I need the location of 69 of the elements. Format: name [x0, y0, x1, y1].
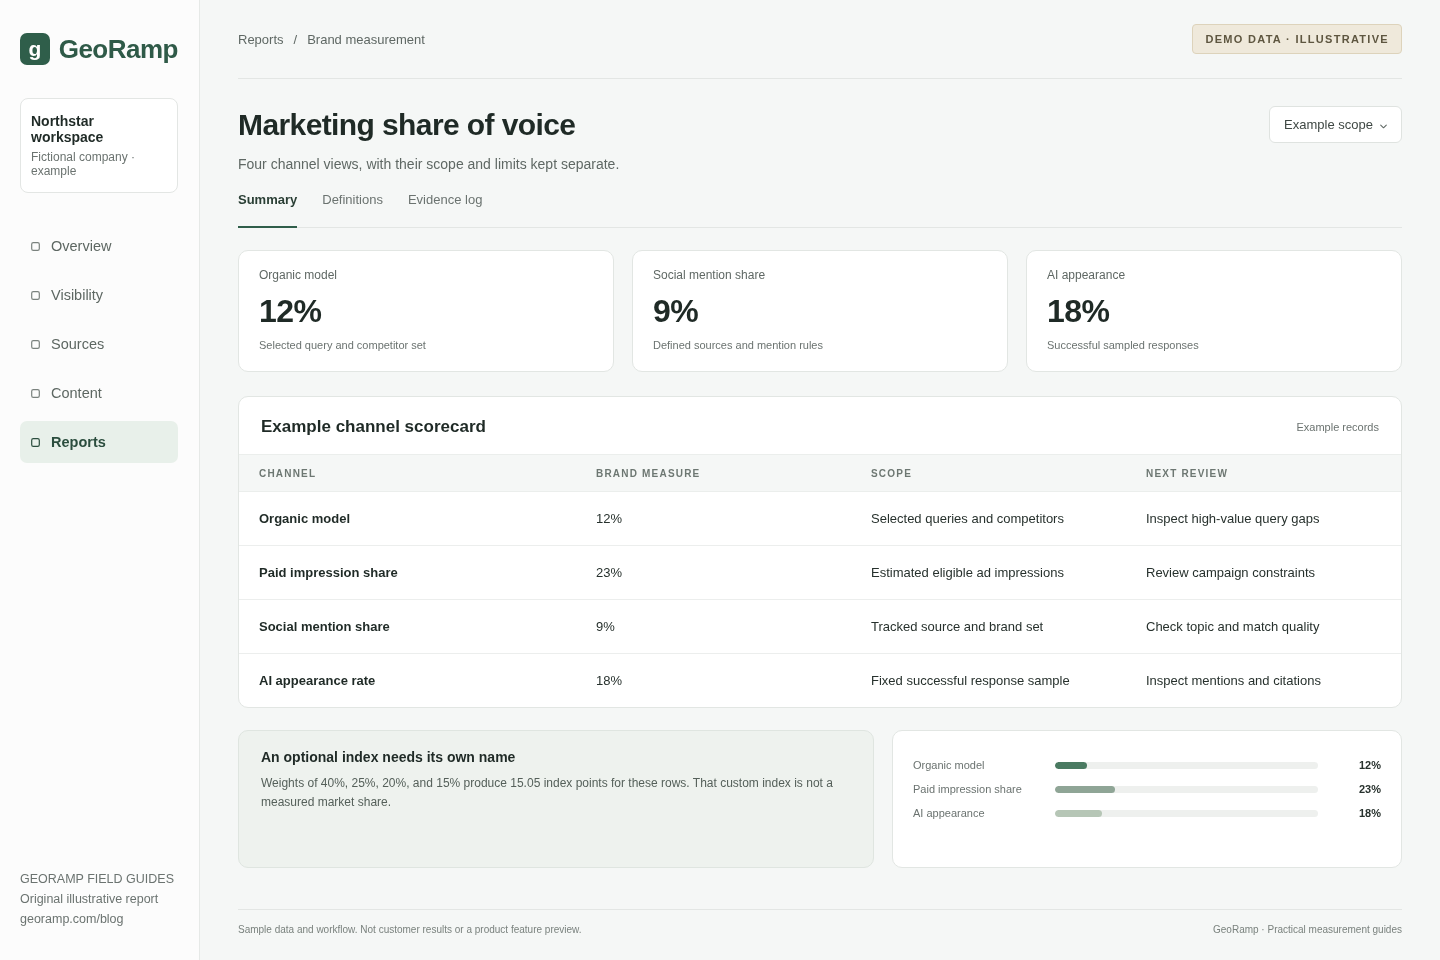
kpi-value: 18% — [1047, 292, 1111, 330]
bar-label: Organic model — [913, 759, 986, 771]
workspace-name: Northstar workspace — [31, 113, 105, 145]
guides-heading: GEORAMP FIELD GUIDES — [20, 871, 175, 888]
column-header: SCOPE — [871, 467, 913, 479]
kpi-label: Social mention share — [653, 267, 767, 283]
chevron-down-icon — [1380, 124, 1387, 129]
column-header: NEXT REVIEW — [1146, 467, 1230, 479]
table-cell-text: Fixed successful response sample — [871, 673, 1071, 688]
demo-data-badge: DEMO DATA · ILLUSTRATIVE — [1192, 24, 1402, 54]
table-cell-text: AI appearance rate — [259, 673, 377, 688]
kpi-value: 9% — [653, 292, 700, 330]
table-cell-text: Check topic and match quality — [1146, 619, 1321, 634]
table-cell-text: 18% — [596, 673, 624, 688]
scope-dropdown[interactable]: Example scope — [1269, 106, 1402, 143]
bar-label: Paid impression share — [913, 783, 1023, 795]
workspace-description: Fictional company · example — [31, 150, 137, 178]
table-cell-text: Selected queries and competitors — [871, 511, 1065, 526]
logo-mark: g — [20, 33, 50, 65]
nav-item[interactable]: Sources — [20, 323, 178, 365]
square-icon — [31, 290, 40, 300]
note-title: An optional index needs its own name — [261, 748, 517, 766]
table-cell-text: Inspect high-value query gaps — [1146, 511, 1321, 526]
table-cell-text: Inspect mentions and citations — [1146, 673, 1322, 688]
table-cell-text: 23% — [596, 565, 624, 580]
page-title: Marketing share of voice — [238, 107, 576, 143]
tab[interactable]: Definitions — [322, 190, 383, 228]
footer-credit: GeoRamp · Practical measurement guides — [1213, 924, 1402, 936]
breadcrumb-current: Brand measurement — [307, 31, 425, 47]
footer-disclaimer: Sample data and workflow. Not customer results or a product feature preview. — [238, 924, 582, 936]
tab[interactable]: Evidence log — [407, 190, 483, 228]
breadcrumb-link[interactable]: Reports — [238, 31, 284, 47]
nav-item[interactable]: Reports — [20, 421, 178, 463]
bar-reading: 12% — [1357, 759, 1381, 771]
guides-subtitle: Original illustrative report — [20, 891, 160, 908]
column-header: BRAND MEASURE — [596, 467, 702, 479]
table-cell-text: Social mention share — [259, 619, 391, 634]
kpi-label: Organic model — [259, 267, 339, 283]
bar-label: AI appearance — [913, 807, 986, 819]
nav-item[interactable]: Content — [20, 372, 178, 414]
kpi-value: 12% — [259, 292, 323, 330]
kpi-note: Successful sampled responses — [1047, 338, 1200, 352]
bar-reading: 18% — [1357, 807, 1381, 819]
table-cell-text: Paid impression share — [259, 565, 399, 580]
scorecard-title: Example channel scorecard — [261, 416, 486, 438]
square-icon — [31, 339, 40, 349]
kpi-note: Selected query and competitor set — [259, 338, 427, 352]
table-cell-text: Organic model — [259, 511, 352, 526]
table-cell-text: 9% — [596, 619, 616, 634]
kpi-note: Defined sources and mention rules — [653, 338, 824, 352]
table-cell-text: Review campaign constraints — [1146, 565, 1317, 580]
breadcrumb-separator: / — [293, 31, 298, 47]
table-cell-text: Estimated eligible ad impressions — [871, 565, 1065, 580]
nav-item[interactable]: Visibility — [20, 274, 178, 316]
note-text: Weights of 40%, 25%, 20%, and 15% produce 15.05 index points for these rows. That custom index is not a measured market share. — [261, 775, 834, 811]
column-header: CHANNEL — [259, 467, 318, 479]
table-cell-text: 12% — [596, 511, 624, 526]
kpi-label: AI appearance — [1047, 267, 1127, 283]
square-icon — [31, 241, 40, 251]
square-icon — [31, 388, 40, 398]
bar-reading: 23% — [1357, 783, 1381, 795]
brand-name: GeoRamp — [58, 33, 178, 65]
page-subtitle: Four channel views, with their scope and limits kept separate. — [238, 155, 621, 174]
guides-link[interactable]: georamp.com/blog — [20, 909, 178, 929]
tab[interactable]: Summary — [238, 190, 298, 228]
scorecard-note: Example records — [1296, 421, 1379, 433]
square-icon — [31, 437, 40, 447]
table-cell-text: Tracked source and brand set — [871, 619, 1045, 634]
nav-item[interactable]: Overview — [20, 225, 178, 267]
